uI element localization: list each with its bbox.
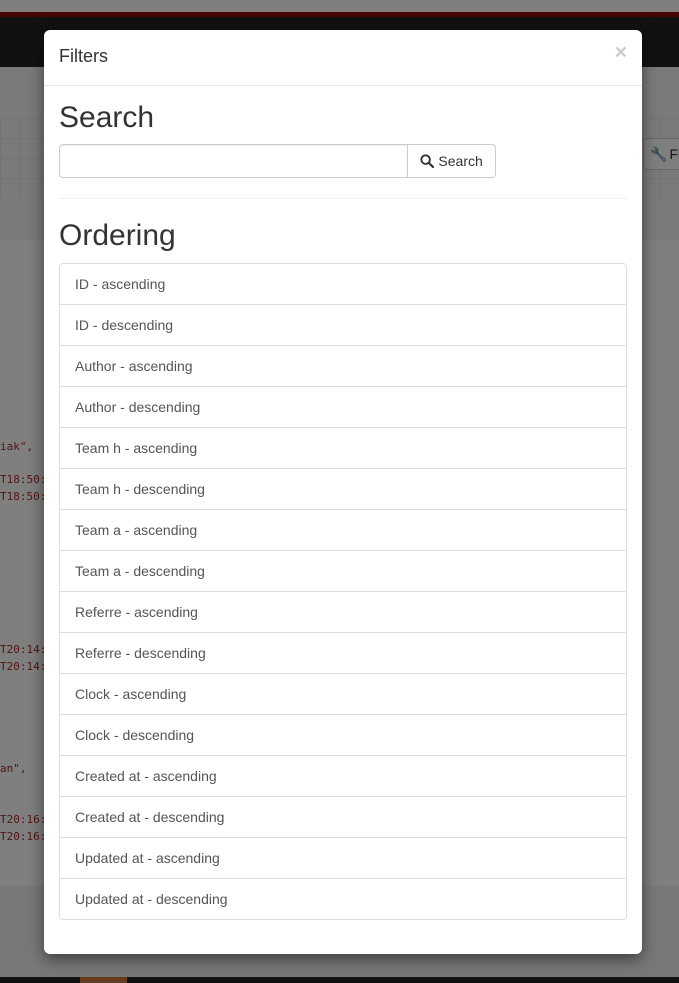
ordering-option[interactable]: Created at - descending bbox=[60, 797, 626, 838]
ordering-option[interactable]: Team a - ascending bbox=[60, 510, 626, 551]
ordering-option[interactable]: ID - ascending bbox=[60, 264, 626, 305]
ordering-option[interactable]: Author - descending bbox=[60, 387, 626, 428]
ordering-list: ID - ascending ID - descending Author - … bbox=[59, 263, 627, 920]
search-heading: Search bbox=[59, 101, 155, 134]
ordering-option[interactable]: ID - descending bbox=[60, 305, 626, 346]
ordering-option[interactable]: Team h - ascending bbox=[60, 428, 626, 469]
ordering-option[interactable]: Referre - descending bbox=[60, 633, 626, 674]
ordering-option[interactable]: Created at - ascending bbox=[60, 756, 626, 797]
ordering-option[interactable]: Team a - descending bbox=[60, 551, 626, 592]
search-button-label: Search bbox=[438, 153, 483, 169]
ordering-heading: Ordering bbox=[59, 219, 176, 252]
search-button[interactable]: Search bbox=[408, 144, 496, 178]
ordering-option[interactable]: Clock - ascending bbox=[60, 674, 626, 715]
ordering-option[interactable]: Referre - ascending bbox=[60, 592, 626, 633]
ordering-option[interactable]: Clock - descending bbox=[60, 715, 626, 756]
search-icon bbox=[420, 154, 435, 168]
search-form: Search bbox=[59, 144, 496, 178]
modal-header: Filters × bbox=[44, 30, 642, 86]
modal-body: Search Search Ordering ID - ascending ID… bbox=[44, 86, 642, 920]
filters-modal: Filters × Search Search Ordering ID - as… bbox=[44, 30, 642, 954]
close-button[interactable]: × bbox=[615, 42, 627, 63]
ordering-option[interactable]: Team h - descending bbox=[60, 469, 626, 510]
modal-title: Filters bbox=[59, 46, 108, 66]
ordering-option[interactable]: Updated at - ascending bbox=[60, 838, 626, 879]
ordering-option[interactable]: Updated at - descending bbox=[60, 879, 626, 919]
search-input[interactable] bbox=[59, 144, 409, 178]
ordering-option[interactable]: Author - ascending bbox=[60, 346, 626, 387]
